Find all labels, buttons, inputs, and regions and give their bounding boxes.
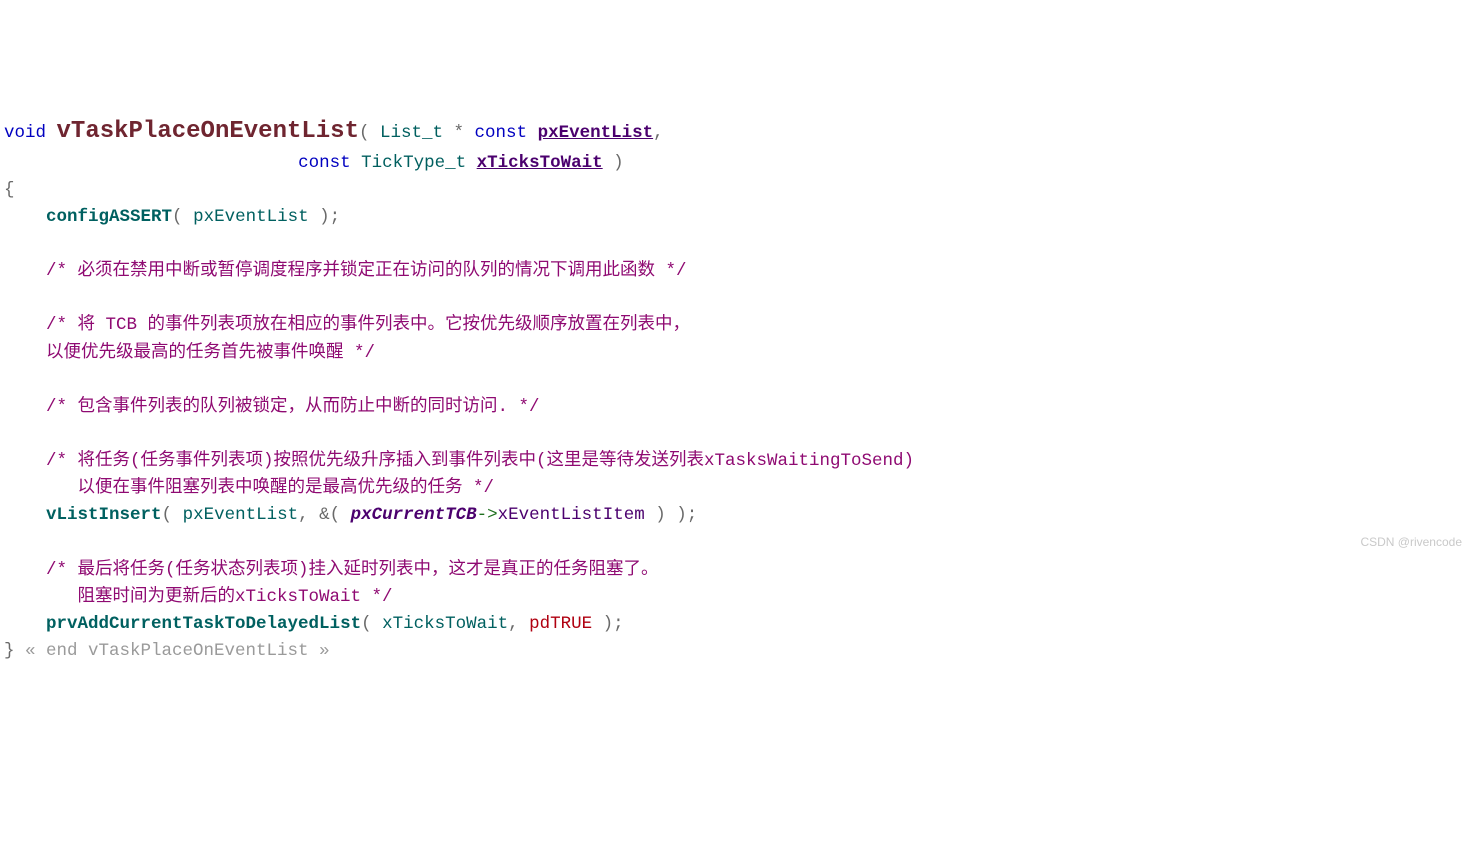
keyword-const: const (475, 123, 528, 143)
type-tick: TickType_t (361, 153, 466, 173)
function-name: vTaskPlaceOnEventList (57, 118, 359, 145)
comma: , (653, 123, 664, 143)
brace-open: { (4, 180, 15, 200)
code-block: void vTaskPlaceOnEventList( List_t * con… (4, 113, 1470, 666)
call-vListInsert: vListInsert (46, 505, 162, 525)
brace-close: } (4, 641, 15, 661)
type-list: List_t (380, 123, 443, 143)
paren-close: ) (603, 153, 624, 173)
comment-4a: /* 将任务(任务事件列表项)按照优先级升序插入到事件列表中(这里是等待发送列表… (46, 451, 914, 471)
watermark: CSDN @rivencode (1360, 533, 1462, 552)
comment-1: /* 必须在禁用中断或暂停调度程序并锁定正在访问的队列的情况下调用此函数 */ (46, 261, 687, 281)
arg-xTicksToWait: xTicksToWait (382, 614, 508, 634)
arg-pxEventList-2: pxEventList (183, 505, 299, 525)
fold-marker: « end vTaskPlaceOnEventList » (15, 641, 330, 661)
star: * (443, 123, 475, 143)
param-pxEventList: pxEventList (538, 123, 654, 143)
macro-pdTRUE: pdTRUE (529, 614, 592, 634)
comment-2b: 以便优先级最高的任务首先被事件唤醒 */ (46, 343, 375, 363)
arrow-op: -> (477, 505, 498, 525)
arg-pxEventList: pxEventList (193, 207, 309, 227)
comment-2a: /* 将 TCB 的事件列表项放在相应的事件列表中。它按优先级顺序放置在列表中， (46, 315, 690, 335)
member-xEventListItem: xEventListItem (498, 505, 645, 525)
keyword-const2: const (298, 153, 351, 173)
ident-pxCurrentTCB: pxCurrentTCB (351, 505, 477, 525)
keyword-void: void (4, 123, 46, 143)
comment-4b: 以便在事件阻塞列表中唤醒的是最高优先级的任务 */ (46, 478, 494, 498)
comment-5b: 阻塞时间为更新后的xTicksToWait */ (46, 587, 393, 607)
call-prvAddCurrentTaskToDelayedList: prvAddCurrentTaskToDelayedList (46, 614, 361, 634)
comment-3: /* 包含事件列表的队列被锁定，从而防止中断的同时访问. */ (46, 397, 540, 417)
call-configASSERT: configASSERT (46, 207, 172, 227)
param-xTicksToWait: xTicksToWait (477, 153, 603, 173)
comment-5a: /* 最后将任务(任务状态列表项)挂入延时列表中，这才是真正的任务阻塞了。 (46, 560, 659, 580)
paren-open: ( (359, 123, 370, 143)
